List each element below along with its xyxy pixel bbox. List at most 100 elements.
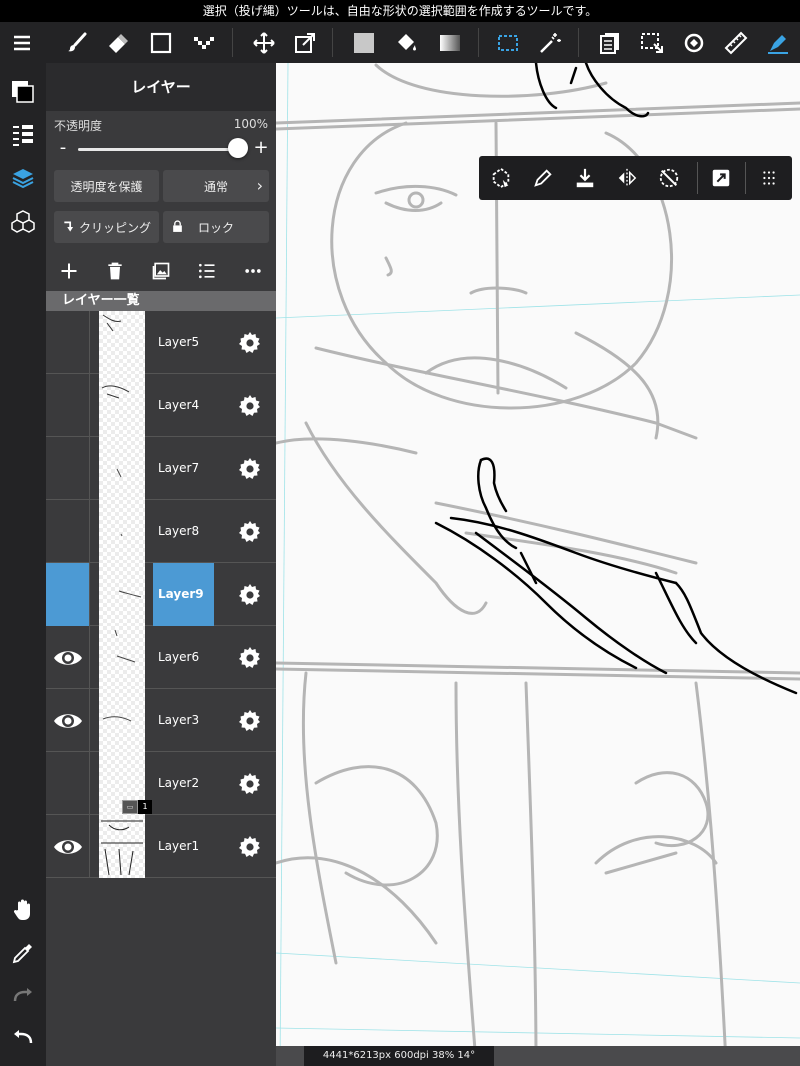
top-toolbar [0, 22, 800, 63]
opacity-slider-knob[interactable] [228, 138, 248, 158]
color-swatch[interactable] [6, 75, 40, 109]
opacity-slider[interactable] [78, 148, 238, 151]
layer-name: Layer1 [158, 839, 200, 853]
clipping-label: クリッピング [78, 220, 151, 235]
gear-icon[interactable] [230, 689, 270, 752]
ruler-icon[interactable] [716, 22, 756, 63]
opacity-control: 不透明度 100% - + [46, 111, 276, 165]
layer-row[interactable]: Layer8 [46, 500, 276, 563]
transform-selection-icon[interactable] [703, 156, 739, 200]
gear-icon[interactable] [230, 374, 270, 437]
layer-actions [46, 253, 276, 289]
clear-selection-icon[interactable] [651, 156, 687, 200]
layer-row[interactable]: Layer7 [46, 437, 276, 500]
rect-select-icon[interactable] [488, 22, 528, 63]
select-layer-icon[interactable] [632, 22, 672, 63]
layer-row[interactable]: Layer3 [46, 689, 276, 752]
more-icon[interactable] [230, 253, 276, 289]
gear-icon[interactable] [230, 563, 270, 626]
left-sidebar [0, 63, 46, 1066]
blend-mode-button[interactable]: 通常 › [163, 170, 269, 202]
layer-thumbnail [99, 626, 145, 689]
trash-icon[interactable] [92, 253, 138, 289]
folder-count: 1 [138, 800, 152, 814]
layer-name: Layer9 [153, 563, 214, 626]
move-icon[interactable] [244, 22, 284, 63]
layer-thumbnail [99, 500, 145, 563]
opacity-plus-button[interactable]: + [252, 137, 270, 158]
transform-icon[interactable] [285, 22, 325, 63]
lock-button[interactable]: ロック [163, 211, 269, 243]
layer-property-icon[interactable] [6, 118, 40, 152]
redo-icon[interactable] [6, 978, 40, 1012]
grid-dots-icon[interactable] [751, 156, 787, 200]
eraser-icon[interactable] [98, 22, 138, 63]
gear-icon[interactable] [230, 437, 270, 500]
hand-icon[interactable] [6, 893, 40, 927]
pen-active-icon[interactable] [758, 22, 798, 63]
layer-visibility-toggle[interactable] [46, 437, 90, 500]
layer-visibility-toggle[interactable] [46, 563, 90, 626]
layer-thumbnail [99, 374, 145, 437]
layer-visibility-toggle[interactable] [46, 374, 90, 437]
layer-row[interactable]: Layer5 [46, 311, 276, 374]
list-icon[interactable] [184, 253, 230, 289]
clipping-button[interactable]: クリッピング [54, 211, 159, 243]
panel-title: レイヤー [46, 63, 276, 111]
layer-thumbnail [99, 689, 145, 752]
layer-visibility-toggle[interactable] [46, 500, 90, 563]
layer-name: Layer3 [158, 713, 200, 727]
gear-icon[interactable] [230, 626, 270, 689]
layer-name: Layer8 [158, 524, 200, 538]
layers-icon[interactable] [6, 161, 40, 195]
rectangle-icon[interactable] [141, 22, 181, 63]
chevron-right-icon: › [256, 176, 263, 195]
fill-selection-icon[interactable] [567, 156, 603, 200]
opacity-minus-button[interactable]: - [56, 137, 70, 158]
gear-icon[interactable] [230, 752, 270, 815]
brush-icon[interactable] [57, 22, 97, 63]
flip-icon[interactable] [609, 156, 645, 200]
layer-name: Layer2 [158, 776, 200, 790]
layer-name: Layer6 [158, 650, 200, 664]
magic-wand-icon[interactable] [530, 22, 570, 63]
layer-list: Layer5 Layer4 Layer7 Layer8 Layer9 Layer6 Laye… [46, 311, 276, 878]
layer-thumbnail [99, 563, 145, 626]
gradient-icon[interactable] [430, 22, 470, 63]
layer-row[interactable]: Layer4 [46, 374, 276, 437]
dot-brush-icon[interactable] [184, 22, 224, 63]
layer-thumbnail [99, 437, 145, 500]
drawing-canvas[interactable] [276, 63, 800, 1066]
add-layer-icon[interactable] [46, 253, 92, 289]
pen-selection-icon[interactable] [525, 156, 561, 200]
material-icon[interactable] [6, 204, 40, 238]
protect-alpha-button[interactable]: 透明度を保護 [54, 170, 159, 202]
clipping-icon [64, 221, 74, 232]
layer-row[interactable]: Layer9 [46, 563, 276, 626]
image-icon[interactable] [138, 253, 184, 289]
layer-visibility-toggle[interactable] [46, 626, 90, 689]
selection-floating-toolbar [479, 156, 792, 200]
layer-visibility-toggle[interactable] [46, 689, 90, 752]
menu-icon[interactable] [2, 22, 42, 63]
blend-mode-label: 通常 [203, 179, 228, 194]
layer-row[interactable]: Layer1 [46, 815, 276, 878]
hint-text: 選択（投げ縄）ツールは、自由な形状の選択範囲を作成するツールです。 [202, 4, 598, 18]
layer-name: Layer7 [158, 461, 200, 475]
bucket-icon[interactable] [387, 22, 427, 63]
layer-visibility-toggle[interactable] [46, 815, 90, 878]
gear-icon[interactable] [230, 500, 270, 563]
fill-color-icon[interactable] [344, 22, 384, 63]
layer-row[interactable]: Layer2 ▭ 1 [46, 752, 276, 815]
layer-thumbnail [99, 815, 145, 878]
eyedropper-icon[interactable] [6, 936, 40, 970]
gear-icon[interactable] [230, 815, 270, 878]
gear-icon[interactable] [230, 311, 270, 374]
layer-visibility-toggle[interactable] [46, 752, 90, 815]
rotate-icon[interactable] [674, 22, 714, 63]
pages-icon[interactable] [590, 22, 630, 63]
undo-icon[interactable] [6, 1020, 40, 1054]
layer-visibility-toggle[interactable] [46, 311, 90, 374]
deselect-icon[interactable] [483, 156, 519, 200]
layer-row[interactable]: Layer6 [46, 626, 276, 689]
